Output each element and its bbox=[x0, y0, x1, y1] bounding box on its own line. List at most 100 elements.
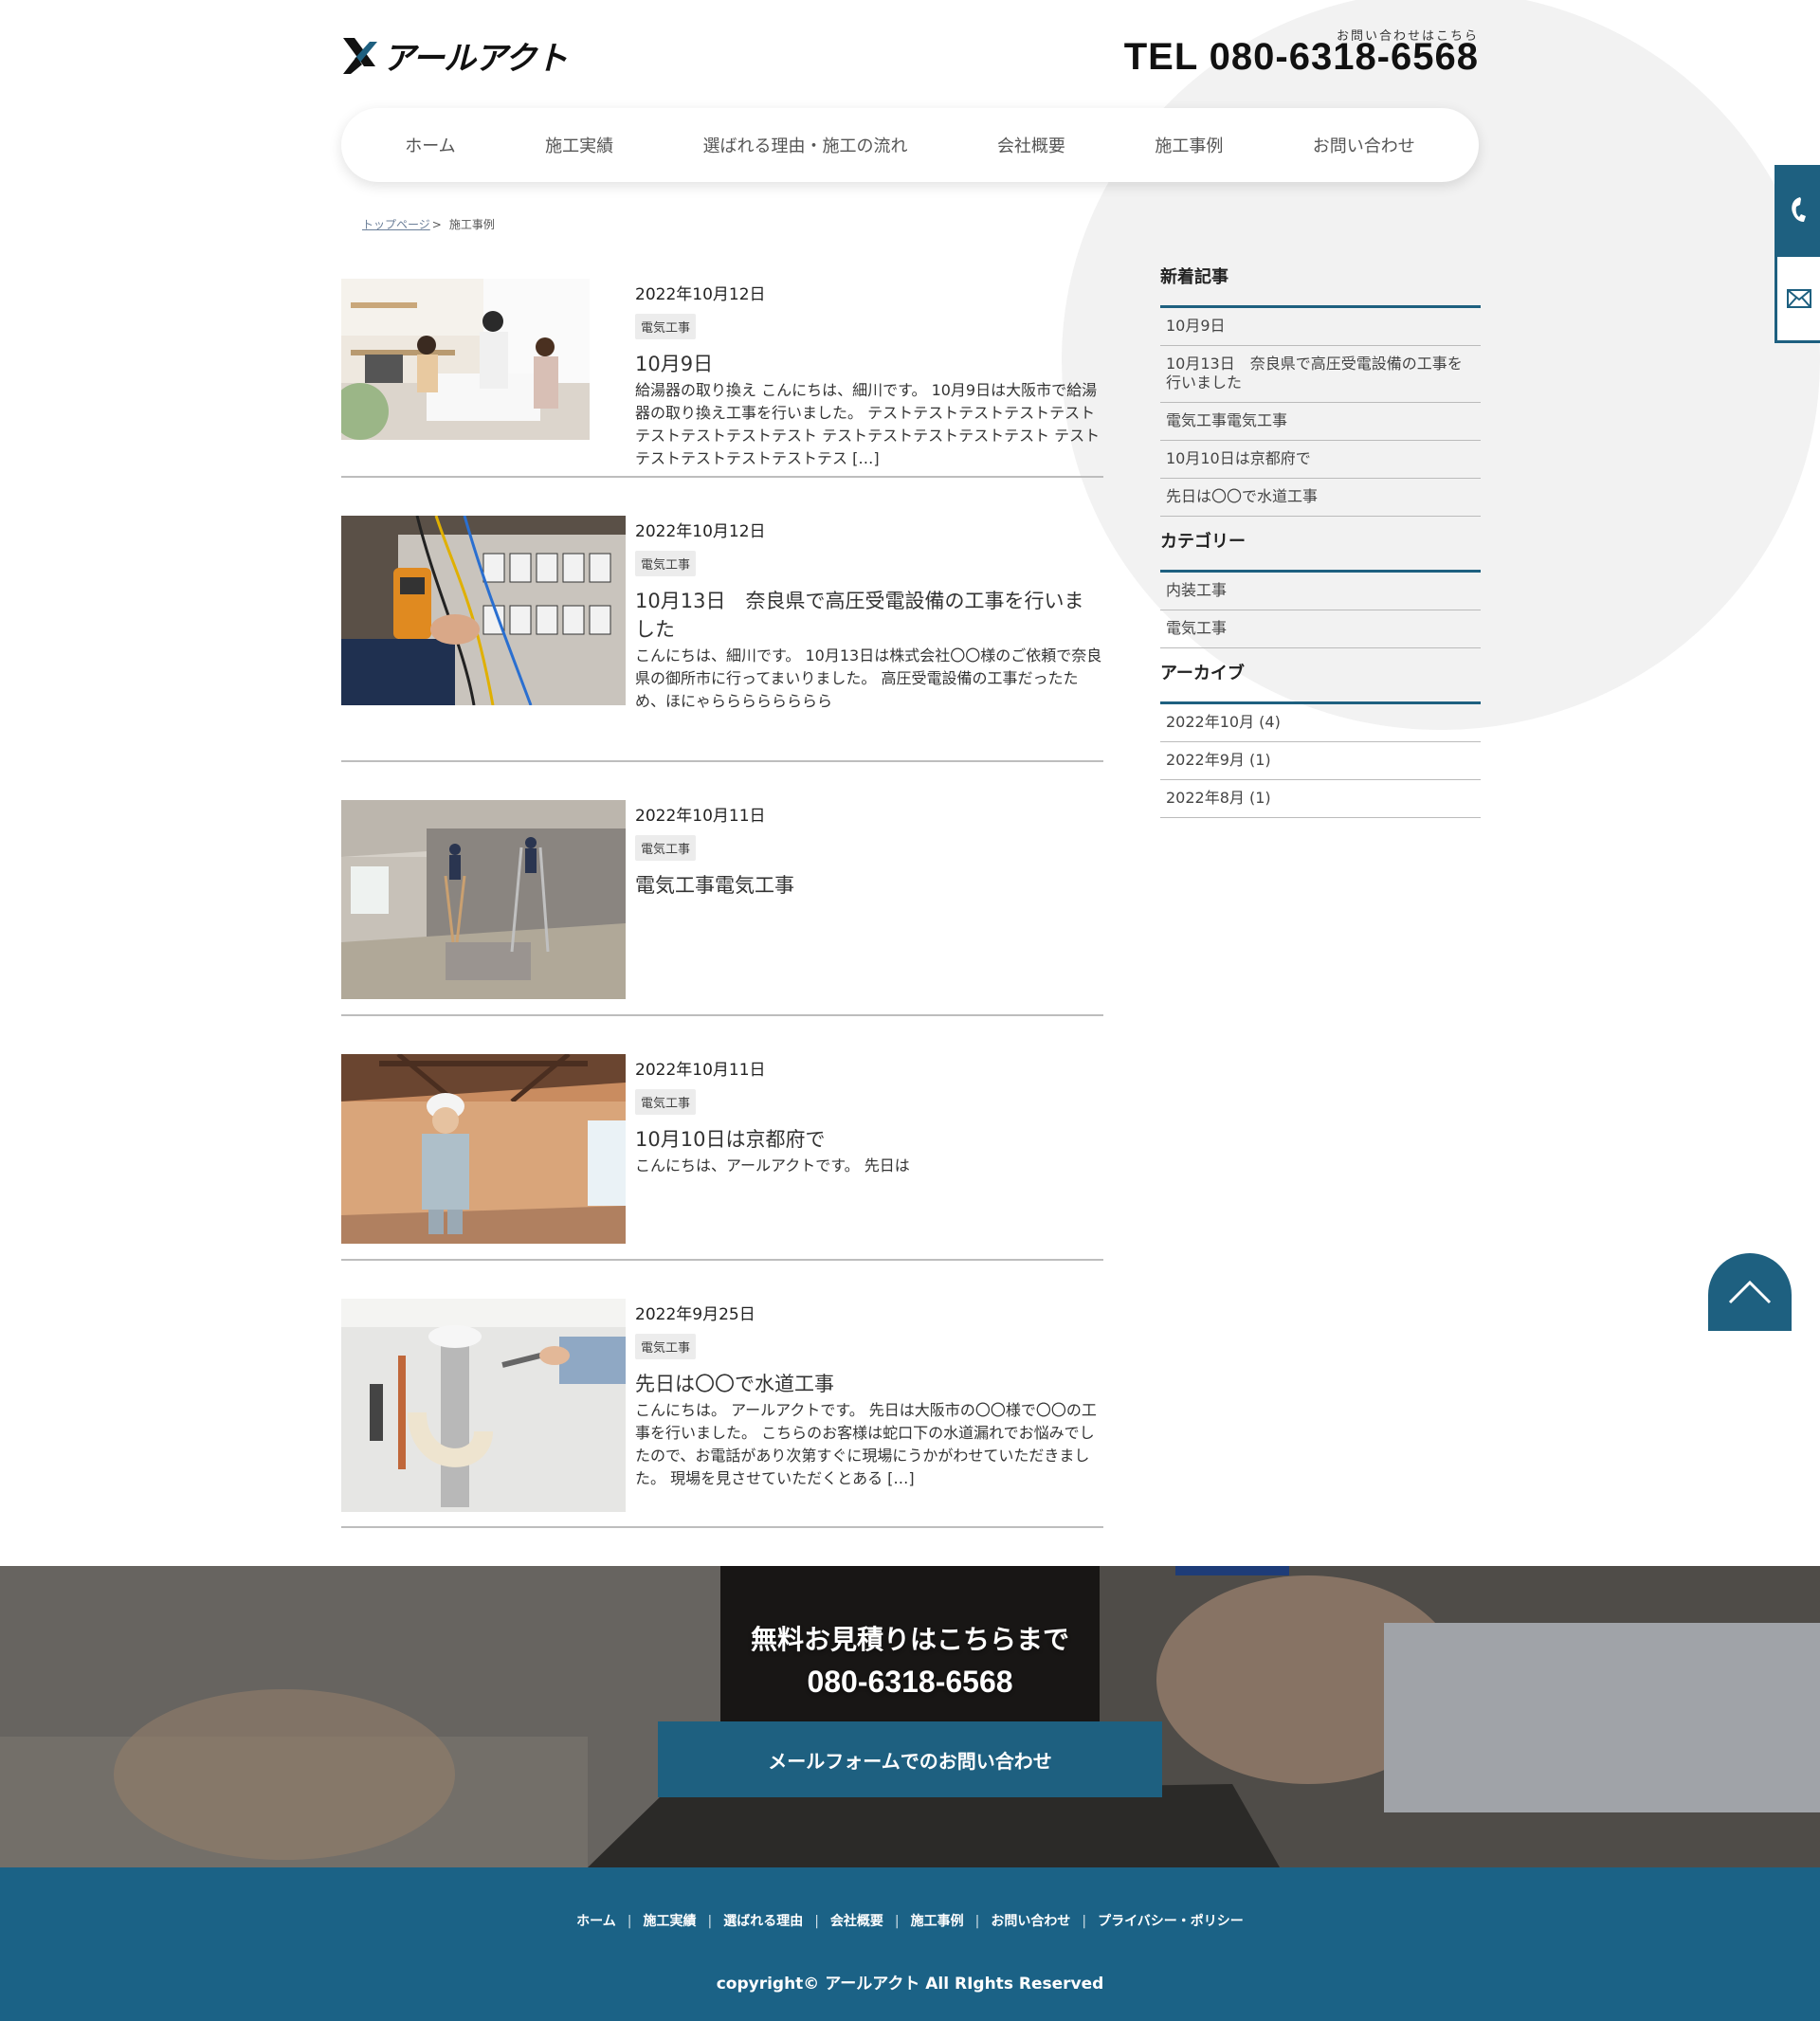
post-info: 2022年9月25日 電気工事 先日は〇〇で水道工事 こんにちは。 アールアクト… bbox=[635, 1299, 1103, 1490]
post-info: 2022年10月11日 電気工事 電気工事電気工事 bbox=[635, 800, 1103, 901]
worker-helmet-photo bbox=[341, 1054, 626, 1244]
post-date: 2022年10月11日 bbox=[635, 1061, 766, 1080]
footer-nav: ホーム | 施工実績 | 選ばれる理由 | 会社概要 | 施工事例 | お問い合わせ | プライバシー・… bbox=[0, 1911, 1820, 1930]
archive-title: アーカイブ bbox=[1160, 660, 1481, 704]
archive-list: 2022年10月 (4) 2022年9月 (1) 2022年8月 (1) bbox=[1160, 704, 1481, 818]
post-category-badge[interactable]: 電気工事 bbox=[635, 1089, 697, 1115]
post-category-badge[interactable]: 電気工事 bbox=[635, 551, 697, 576]
post-thumbnail[interactable] bbox=[341, 279, 590, 440]
archive-link[interactable]: 2022年10月 (4) bbox=[1160, 704, 1481, 742]
sink-plumbing-photo bbox=[341, 1299, 626, 1512]
post-item[interactable]: 2022年10月11日 電気工事 10月10日は京都府で こんにちは、アールアク… bbox=[341, 1054, 1103, 1261]
post-info: 2022年10月12日 電気工事 10月13日 奈良県で高圧受電設備の工事を行い… bbox=[635, 516, 1103, 713]
nav-item-home[interactable]: ホーム bbox=[405, 133, 455, 157]
post-title[interactable]: 10月10日は京都府で bbox=[635, 1124, 1103, 1153]
footer-nav-contact[interactable]: お問い合わせ bbox=[991, 1914, 1070, 1929]
footer-nav-home[interactable]: ホーム bbox=[576, 1914, 616, 1929]
footer-nav-separator: | bbox=[814, 1914, 819, 1929]
post-category-badge[interactable]: 電気工事 bbox=[635, 314, 697, 339]
post-thumbnail[interactable] bbox=[341, 1054, 626, 1244]
footer-nav-separator: | bbox=[894, 1914, 900, 1929]
footer-nav-reasons[interactable]: 選ばれる理由 bbox=[723, 1914, 803, 1929]
recent-post-link[interactable]: 先日は〇〇で水道工事 bbox=[1160, 479, 1481, 517]
footer-nav-cases[interactable]: 施工事例 bbox=[911, 1914, 964, 1929]
nav-item-cases[interactable]: 施工事例 bbox=[1155, 133, 1223, 157]
archive-link[interactable]: 2022年9月 (1) bbox=[1160, 742, 1481, 780]
side-phone-button[interactable] bbox=[1774, 165, 1820, 254]
post-title[interactable]: 先日は〇〇で水道工事 bbox=[635, 1369, 1103, 1397]
post-date: 2022年9月25日 bbox=[635, 1305, 755, 1324]
post-item[interactable]: 2022年10月12日 電気工事 10月9日 給湯器の取り換え こんにちは、細川… bbox=[341, 279, 1103, 478]
side-mail-button[interactable] bbox=[1774, 254, 1820, 343]
post-item[interactable]: 2022年10月11日 電気工事 電気工事電気工事 bbox=[341, 800, 1103, 1016]
post-date: 2022年10月12日 bbox=[635, 285, 766, 304]
footer-nav-works[interactable]: 施工実績 bbox=[643, 1914, 696, 1929]
recent-post-link[interactable]: 10月9日 bbox=[1160, 308, 1481, 346]
post-excerpt: こんにちは。 アールアクトです。 先日は大阪市の〇〇様で〇〇の工事を行いました。… bbox=[635, 1401, 1097, 1487]
breadcrumb-home-link[interactable]: トップページ bbox=[362, 218, 430, 231]
side-contact-buttons bbox=[1774, 165, 1820, 343]
cta-background-photo bbox=[0, 1566, 1820, 1867]
breadcrumb: トップページ > 施工事例 bbox=[362, 216, 495, 232]
post-title[interactable]: 10月13日 奈良県で高圧受電設備の工事を行いました bbox=[635, 586, 1103, 643]
cta-phone-number[interactable]: 080-6318-6568 bbox=[0, 1665, 1820, 1700]
post-list: 2022年10月12日 電気工事 10月9日 給湯器の取り換え こんにちは、細川… bbox=[341, 279, 1103, 1528]
post-date: 2022年10月11日 bbox=[635, 807, 766, 826]
post-excerpt: こんにちは、細川です。 10月13日は株式会社〇〇様のご依頼で奈良県の御所市に行… bbox=[635, 646, 1102, 710]
copyright: copyright© アールアクト All RIghts Reserved bbox=[716, 1975, 1104, 1994]
mail-icon bbox=[1786, 289, 1811, 308]
post-date: 2022年10月12日 bbox=[635, 522, 766, 541]
post-excerpt: 給湯器の取り換え こんにちは、細川です。 10月9日は大阪市で給湯器の取り換え工… bbox=[635, 381, 1101, 467]
post-excerpt: こんにちは、アールアクトです。 先日は bbox=[635, 1156, 910, 1174]
footer-nav-company[interactable]: 会社概要 bbox=[830, 1914, 883, 1929]
category-title: カテゴリー bbox=[1160, 528, 1481, 573]
recent-post-link[interactable]: 10月13日 奈良県で高圧受電設備の工事を行いました bbox=[1160, 346, 1481, 403]
nav-item-works[interactable]: 施工実績 bbox=[545, 133, 613, 157]
site-logo[interactable]: アールアクト bbox=[341, 32, 568, 79]
phone-icon bbox=[1792, 197, 1806, 222]
archive-link[interactable]: 2022年8月 (1) bbox=[1160, 780, 1481, 818]
post-item[interactable]: 2022年9月25日 電気工事 先日は〇〇で水道工事 こんにちは。 アールアクト… bbox=[341, 1299, 1103, 1528]
nav-item-reasons[interactable]: 選ばれる理由・施工の流れ bbox=[703, 133, 908, 157]
footer: ホーム | 施工実績 | 選ばれる理由 | 会社概要 | 施工事例 | お問い合わせ | プライバシー・… bbox=[0, 1867, 1820, 2021]
nav-item-company[interactable]: 会社概要 bbox=[997, 133, 1065, 157]
post-info: 2022年10月12日 電気工事 10月9日 給湯器の取り換え こんにちは、細川… bbox=[635, 279, 1103, 470]
footer-nav-privacy[interactable]: プライバシー・ポリシー bbox=[1098, 1914, 1244, 1929]
breadcrumb-separator: > bbox=[431, 218, 442, 231]
post-category-badge[interactable]: 電気工事 bbox=[635, 835, 697, 861]
recent-posts-list: 10月9日 10月13日 奈良県で高圧受電設備の工事を行いました 電気工事電気工… bbox=[1160, 308, 1481, 517]
post-thumbnail[interactable] bbox=[341, 516, 626, 705]
post-item[interactable]: 2022年10月12日 電気工事 10月13日 奈良県で高圧受電設備の工事を行い… bbox=[341, 516, 1103, 762]
cta-title: 無料お見積りはこちらまで bbox=[750, 1624, 1069, 1655]
post-info: 2022年10月11日 電気工事 10月10日は京都府で こんにちは、アールアク… bbox=[635, 1054, 1103, 1177]
kitchen-consultation-photo bbox=[341, 279, 590, 440]
category-link[interactable]: 電気工事 bbox=[1160, 610, 1481, 648]
logo-mark-icon bbox=[343, 37, 377, 74]
header-phone-number[interactable]: TEL 080-6318-6568 bbox=[1124, 36, 1479, 79]
sidebar: 新着記事 10月9日 10月13日 奈良県で高圧受電設備の工事を行いました 電気… bbox=[1160, 264, 1481, 829]
arrow-up-icon bbox=[1728, 1280, 1772, 1304]
post-title[interactable]: 電気工事電気工事 bbox=[635, 870, 1103, 899]
footer-nav-separator: | bbox=[1082, 1914, 1087, 1929]
footer-nav-separator: | bbox=[974, 1914, 980, 1929]
mail-form-button[interactable]: メールフォームでのお問い合わせ bbox=[658, 1721, 1162, 1797]
post-category-badge[interactable]: 電気工事 bbox=[635, 1334, 697, 1359]
interior-renovation-photo bbox=[341, 800, 626, 999]
electrical-panel-photo bbox=[341, 516, 626, 705]
cta-section: 無料お見積りはこちらまで 080-6318-6568 メールフォームでのお問い合… bbox=[0, 1566, 1820, 1867]
main-nav: ホーム 施工実績 選ばれる理由・施工の流れ 会社概要 施工事例 お問い合わせ bbox=[341, 108, 1479, 182]
back-to-top-button[interactable] bbox=[1708, 1253, 1792, 1331]
breadcrumb-current: 施工事例 bbox=[448, 218, 495, 231]
post-thumbnail[interactable] bbox=[341, 1299, 626, 1512]
recent-post-link[interactable]: 電気工事電気工事 bbox=[1160, 403, 1481, 441]
nav-item-contact[interactable]: お問い合わせ bbox=[1313, 133, 1415, 157]
post-title[interactable]: 10月9日 bbox=[635, 349, 1103, 377]
category-list: 内装工事 電気工事 bbox=[1160, 573, 1481, 648]
recent-posts-title: 新着記事 bbox=[1160, 264, 1481, 308]
category-link[interactable]: 内装工事 bbox=[1160, 573, 1481, 610]
footer-nav-separator: | bbox=[627, 1914, 632, 1929]
post-thumbnail[interactable] bbox=[341, 800, 626, 999]
recent-post-link[interactable]: 10月10日は京都府で bbox=[1160, 441, 1481, 479]
logo-text: アールアクト bbox=[383, 40, 568, 78]
footer-nav-separator: | bbox=[707, 1914, 713, 1929]
